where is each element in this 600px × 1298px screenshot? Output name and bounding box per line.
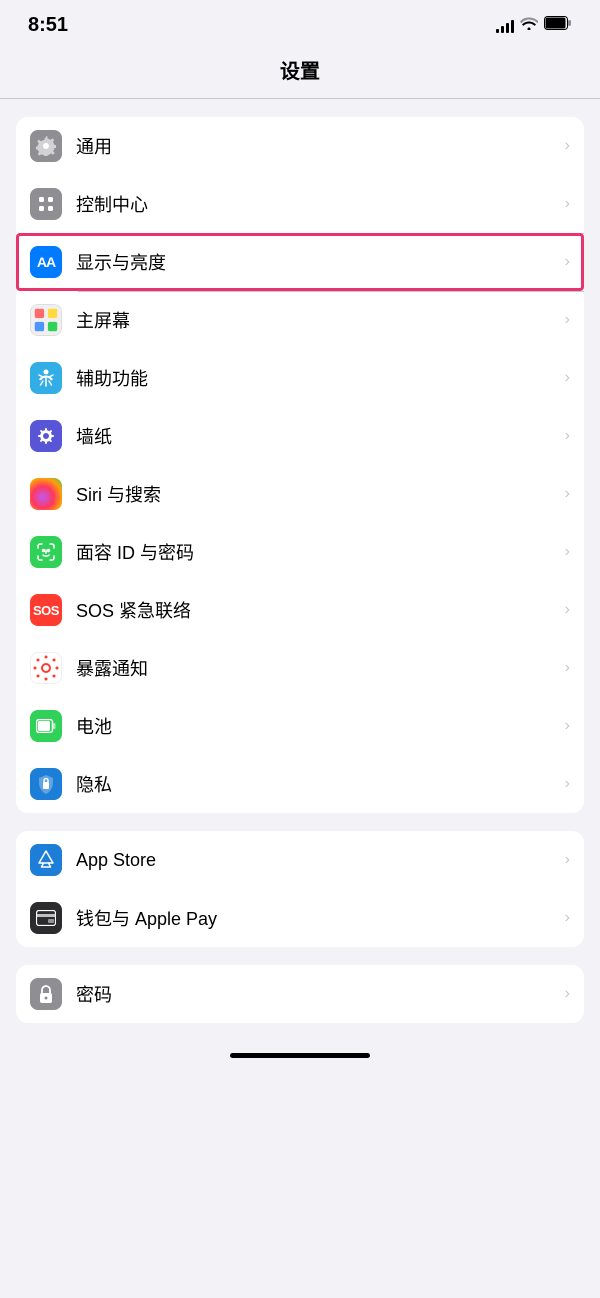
settings-row-privacy[interactable]: 隐私 › — [16, 755, 584, 813]
settings-row-control[interactable]: 控制中心 › — [16, 175, 584, 233]
status-icons — [496, 16, 572, 35]
wallet-label: 钱包与 Apple Pay — [76, 905, 561, 931]
siri-label: Siri 与搜索 — [76, 481, 561, 507]
settings-row-homescreen[interactable]: 主屏幕 › — [16, 291, 584, 349]
control-label: 控制中心 — [76, 191, 561, 217]
accessibility-icon — [30, 362, 62, 394]
settings-row-siri[interactable]: Siri 与搜索 › — [16, 465, 584, 523]
password-icon — [30, 978, 62, 1010]
appstore-chevron: › — [565, 851, 570, 869]
appstore-icon — [30, 844, 62, 876]
privacy-icon — [30, 768, 62, 800]
sos-label: SOS 紧急联络 — [76, 597, 561, 623]
settings-row-wallet[interactable]: 钱包与 Apple Pay › — [16, 889, 584, 947]
homescreen-icon — [30, 304, 62, 336]
siri-icon — [30, 478, 62, 510]
homescreen-chevron: › — [565, 311, 570, 329]
wifi-icon — [520, 16, 538, 35]
wallpaper-label: 墙纸 — [76, 423, 561, 449]
password-label: 密码 — [76, 981, 561, 1007]
exposure-icon — [30, 652, 62, 684]
status-time: 8:51 — [28, 14, 68, 37]
general-icon — [30, 130, 62, 162]
settings-row-general[interactable]: 通用 › — [16, 117, 584, 175]
wallet-chevron: › — [565, 909, 570, 927]
signal-icon — [496, 19, 514, 33]
settings-row-exposure[interactable]: 暴露通知 › — [16, 639, 584, 697]
accessibility-label: 辅助功能 — [76, 365, 561, 391]
settings-row-battery[interactable]: 电池 › — [16, 697, 584, 755]
battery-label: 电池 — [76, 713, 561, 739]
settings-row-faceid[interactable]: 面容 ID 与密码 › — [16, 523, 584, 581]
display-chevron: › — [565, 253, 570, 271]
general-chevron: › — [565, 137, 570, 155]
wallpaper-chevron: › — [565, 427, 570, 445]
accessibility-chevron: › — [565, 369, 570, 387]
page-title: 设置 — [0, 45, 600, 98]
exposure-chevron: › — [565, 659, 570, 677]
settings-group-3: 密码 › — [16, 965, 584, 1023]
settings-row-wallpaper[interactable]: 墙纸 › — [16, 407, 584, 465]
general-label: 通用 — [76, 133, 561, 159]
display-icon: AA — [30, 246, 62, 278]
exposure-label: 暴露通知 — [76, 655, 561, 681]
control-icon — [30, 188, 62, 220]
privacy-chevron: › — [565, 775, 570, 793]
sos-chevron: › — [565, 601, 570, 619]
control-chevron: › — [565, 195, 570, 213]
faceid-chevron: › — [565, 543, 570, 561]
faceid-icon — [30, 536, 62, 568]
sos-icon: SOS — [30, 594, 62, 626]
settings-row-sos[interactable]: SOS SOS 紧急联络 › — [16, 581, 584, 639]
homescreen-label: 主屏幕 — [76, 307, 561, 333]
privacy-label: 隐私 — [76, 771, 561, 797]
password-chevron: › — [565, 985, 570, 1003]
battery-icon — [544, 16, 572, 35]
settings-row-password[interactable]: 密码 › — [16, 965, 584, 1023]
siri-chevron: › — [565, 485, 570, 503]
settings-row-display[interactable]: AA 显示与亮度 › — [16, 233, 584, 291]
settings-row-appstore[interactable]: App Store › — [16, 831, 584, 889]
home-indicator — [230, 1053, 370, 1058]
wallet-icon — [30, 902, 62, 934]
settings-group-2: App Store › 钱包与 Apple Pay › — [16, 831, 584, 947]
wallpaper-icon — [30, 420, 62, 452]
battery-chevron: › — [565, 717, 570, 735]
battery-row-icon — [30, 710, 62, 742]
status-bar: 8:51 — [0, 0, 600, 45]
display-label: 显示与亮度 — [76, 249, 561, 275]
appstore-label: App Store — [76, 850, 561, 871]
settings-group-1: 通用 › 控制中心 › AA 显示与亮度 › — [16, 117, 584, 813]
faceid-label: 面容 ID 与密码 — [76, 539, 561, 565]
settings-row-accessibility[interactable]: 辅助功能 › — [16, 349, 584, 407]
